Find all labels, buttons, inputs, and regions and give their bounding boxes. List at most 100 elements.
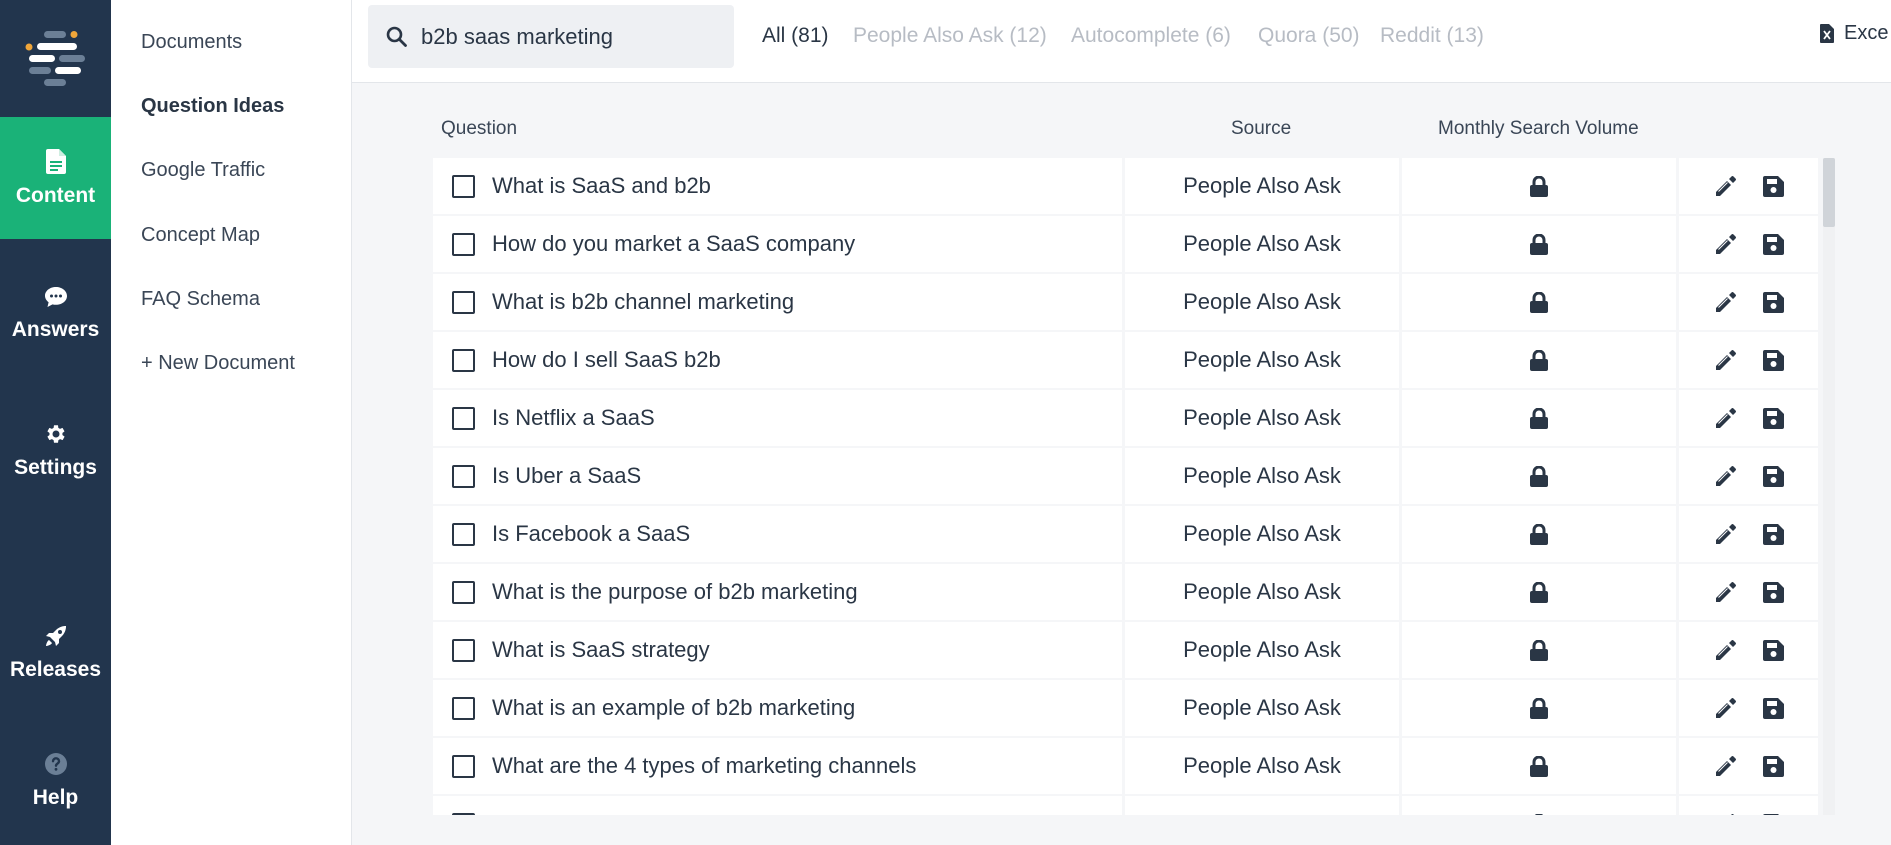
pencil-icon[interactable] [1714,581,1737,604]
rail-label: Answers [11,318,100,341]
source-text: People Also Ask [1183,289,1341,314]
row-checkbox[interactable] [452,406,475,430]
row-checkbox[interactable] [452,522,475,546]
actions-cell [1679,506,1818,562]
tab-autocomplete[interactable]: Autocomplete (6) [1071,24,1231,48]
source-text: People Also Ask [1183,695,1341,720]
question-cell: What is b2b channel marketing [433,274,1122,330]
row-checkbox[interactable] [452,696,475,720]
source-cell: People Also Ask [1125,448,1399,504]
source-cell: People Also Ask [1125,738,1399,794]
lock-icon[interactable] [1530,639,1548,661]
rail-item-releases[interactable]: Releases [0,592,111,714]
column-header-question[interactable]: Question [441,118,517,140]
tab-quora[interactable]: Quora (50) [1258,24,1360,48]
table-row: What is SaaS strategy People Also Ask [433,622,1835,680]
row-checkbox[interactable] [452,290,475,314]
rail-item-help[interactable]: Help [0,720,111,842]
pencil-icon[interactable] [1714,407,1737,430]
row-checkbox[interactable] [452,638,475,662]
source-cell [1125,796,1399,815]
actions-cell [1679,274,1818,330]
subnav-item-concept-map[interactable]: Concept Map [141,224,260,247]
save-icon[interactable] [1762,581,1784,603]
save-icon[interactable] [1762,175,1784,197]
questions-table: What is SaaS and b2b People Also Ask How… [433,158,1835,815]
row-checkbox[interactable] [452,812,475,815]
lock-icon[interactable] [1530,291,1548,313]
table-row: What are the 4 types of marketing channe… [433,738,1835,796]
save-icon[interactable] [1762,755,1784,777]
subnav-item-google-traffic[interactable]: Google Traffic [141,159,265,182]
pencil-icon[interactable] [1714,523,1737,546]
search-box[interactable] [368,5,734,68]
save-icon[interactable] [1762,407,1784,429]
table-row: Is Facebook a SaaS People Also Ask [433,506,1835,564]
pencil-icon[interactable] [1714,233,1737,256]
save-icon[interactable] [1762,233,1784,255]
volume-cell [1402,622,1676,678]
pencil-icon[interactable] [1714,291,1737,314]
lock-icon[interactable] [1530,697,1548,719]
source-text: People Also Ask [1183,753,1341,778]
subnav-item-documents[interactable]: Documents [141,31,242,54]
tab-people-also-ask[interactable]: People Also Ask (12) [853,24,1047,48]
export-excel-button[interactable]: Exce [1820,22,1888,45]
lock-icon[interactable] [1530,407,1548,429]
lock-icon[interactable] [1530,175,1548,197]
save-icon[interactable] [1762,697,1784,719]
question-cell: What are the 4 types of marketing channe… [433,738,1122,794]
lock-icon[interactable] [1530,581,1548,603]
pencil-icon[interactable] [1714,813,1737,815]
question-cell: What is SaaS strategy [433,622,1122,678]
pencil-icon[interactable] [1714,639,1737,662]
row-checkbox[interactable] [452,464,475,488]
lock-icon[interactable] [1530,465,1548,487]
rail-item-settings[interactable]: Settings [0,390,111,512]
save-icon[interactable] [1762,639,1784,661]
save-icon[interactable] [1762,523,1784,545]
scroll-thumb[interactable] [1823,158,1835,227]
lock-icon[interactable] [1530,813,1548,815]
rail-item-answers[interactable]: Answers [0,253,111,375]
subnav-item-question-ideas[interactable]: Question Ideas [141,95,284,118]
logo-icon [25,30,85,86]
tab-all[interactable]: All (81) [762,24,829,48]
row-checkbox[interactable] [452,580,475,604]
lock-icon[interactable] [1530,233,1548,255]
document-icon [45,148,66,174]
subnav-item-faq-schema[interactable]: FAQ Schema [141,288,260,311]
volume-cell [1402,158,1676,214]
save-icon[interactable] [1762,813,1784,815]
new-document-link[interactable]: + New Document [141,352,295,375]
actions-cell [1679,332,1818,388]
column-header-volume[interactable]: Monthly Search Volume [1438,118,1639,140]
rail-item-content[interactable]: Content [0,117,111,239]
column-header-source[interactable]: Source [1231,118,1291,140]
table-scrollbar[interactable] [1823,158,1835,815]
save-icon[interactable] [1762,349,1784,371]
row-checkbox[interactable] [452,754,475,778]
table-row [433,796,1835,815]
row-checkbox[interactable] [452,174,475,198]
save-icon[interactable] [1762,291,1784,313]
pencil-icon[interactable] [1714,697,1737,720]
save-icon[interactable] [1762,465,1784,487]
lock-icon[interactable] [1530,349,1548,371]
top-bar: All (81) People Also Ask (12) Autocomple… [352,0,1891,83]
row-checkbox[interactable] [452,232,475,256]
app-logo[interactable] [0,0,111,117]
pencil-icon[interactable] [1714,175,1737,198]
question-text: What is the purpose of b2b marketing [492,579,858,604]
source-text: People Also Ask [1183,463,1341,488]
tab-reddit[interactable]: Reddit (13) [1380,24,1484,48]
rail-label: Releases [9,658,102,681]
pencil-icon[interactable] [1714,349,1737,372]
pencil-icon[interactable] [1714,465,1737,488]
app-rail: Content Answers Settings Releases Help [0,0,111,845]
lock-icon[interactable] [1530,523,1548,545]
row-checkbox[interactable] [452,348,475,372]
pencil-icon[interactable] [1714,755,1737,778]
lock-icon[interactable] [1530,755,1548,777]
search-input[interactable] [421,23,721,50]
